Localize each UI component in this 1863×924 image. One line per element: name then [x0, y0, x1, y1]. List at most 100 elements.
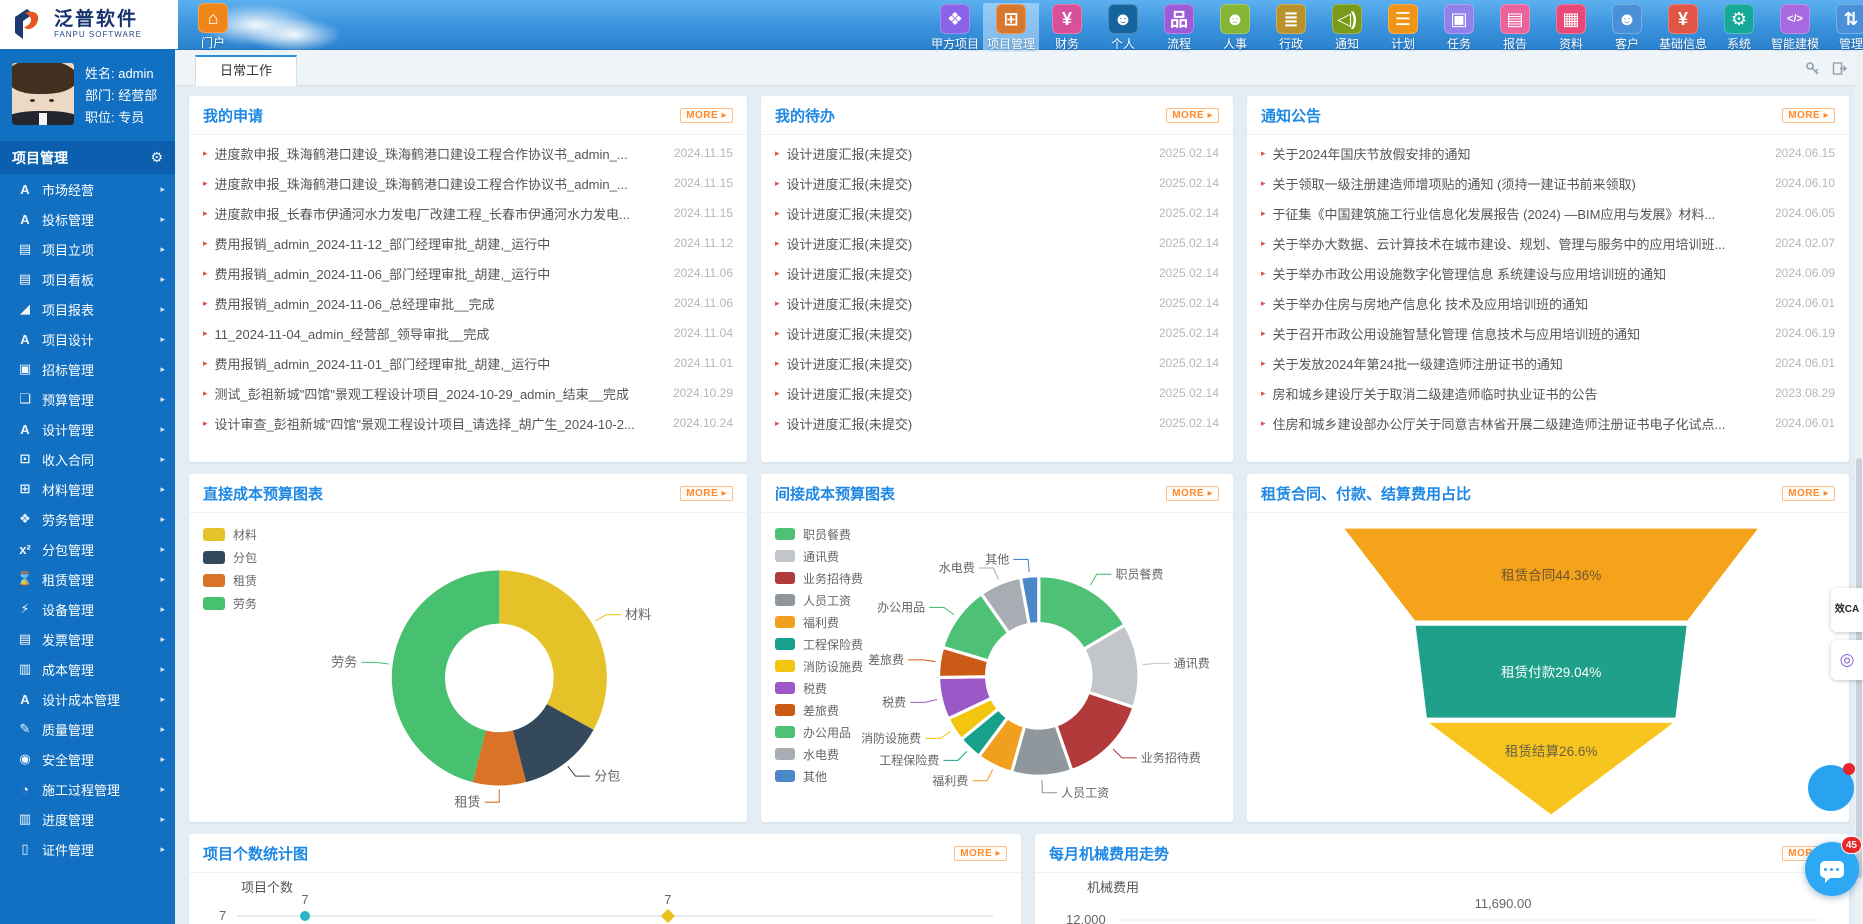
legend-item-办公用品[interactable]: 办公用品 [775, 721, 863, 743]
list-item[interactable]: ▸设计进度汇报(未提交)2025.02.14 [775, 378, 1219, 408]
page-export-icon[interactable] [1832, 61, 1847, 81]
sidebar-item-进度管理[interactable]: ▥进度管理▸ [0, 804, 175, 834]
legend-item-工程保险费[interactable]: 工程保险费 [775, 633, 863, 655]
sidebar-item-发票管理[interactable]: ▤发票管理▸ [0, 624, 175, 654]
more-button[interactable]: MORE ▸ [1166, 108, 1219, 123]
sidebar-item-设备管理[interactable]: ⚡设备管理▸ [0, 594, 175, 624]
sidebar-item-施工过程管理[interactable]: ◔施工过程管理▸ [0, 774, 175, 804]
gear-icon[interactable]: ⚙ [150, 149, 163, 166]
sidebar-item-成本管理[interactable]: ▥成本管理▸ [0, 654, 175, 684]
more-button[interactable]: MORE ▸ [954, 846, 1007, 861]
nav-item-计划[interactable]: ☰计划 [1375, 3, 1431, 52]
tab-daily-work[interactable]: 日常工作 [195, 55, 297, 86]
list-item[interactable]: ▸设计进度汇报(未提交)2025.02.14 [775, 228, 1219, 258]
list-item[interactable]: ▸费用报销_admin_2024-11-12_部门经理审批_胡建,_运行中202… [203, 228, 733, 258]
list-item[interactable]: ▸关于举办市政公用设施数字化管理信息 系统建设与应用培训班的通知2024.06.… [1261, 258, 1835, 288]
legend-item-租赁[interactable]: 租赁 [203, 569, 257, 592]
list-item[interactable]: ▸房和城乡建设厅关于取消二级建造师临时执业证书的公告2023.08.29 [1261, 378, 1835, 408]
legend-item-福利费[interactable]: 福利费 [775, 611, 863, 633]
nav-item-智能建模[interactable]: </>智能建模 [1767, 3, 1823, 52]
list-item[interactable]: ▸设计进度汇报(未提交)2025.02.14 [775, 168, 1219, 198]
nav-item-个人[interactable]: ☻个人 [1095, 3, 1151, 52]
assistant-tool-button[interactable]: ◎ [1831, 640, 1863, 680]
ca-tool-button[interactable]: 效CA [1831, 588, 1863, 632]
list-item[interactable]: ▸设计进度汇报(未提交)2025.02.14 [775, 258, 1219, 288]
list-item[interactable]: ▸进度款申报_珠海鹤港口建设_珠海鹤港口建设工程合作协议书_admin_...2… [203, 138, 733, 168]
list-item[interactable]: ▸费用报销_admin_2024-11-01_部门经理审批_胡建,_运行中202… [203, 348, 733, 378]
legend-item-税费[interactable]: 税费 [775, 677, 863, 699]
list-item[interactable]: ▸设计进度汇报(未提交)2025.02.14 [775, 318, 1219, 348]
list-item[interactable]: ▸设计进度汇报(未提交)2025.02.14 [775, 348, 1219, 378]
list-item[interactable]: ▸进度款申报_长春市伊通河水力发电厂改建工程_长春市伊通河水力发电...2024… [203, 198, 733, 228]
legend-item-材料[interactable]: 材料 [203, 523, 257, 546]
sidebar-item-项目立项[interactable]: ▤项目立项▸ [0, 234, 175, 264]
sidebar-item-项目看板[interactable]: ▤项目看板▸ [0, 264, 175, 294]
more-button[interactable]: MORE ▸ [1166, 486, 1219, 501]
list-item[interactable]: ▸费用报销_admin_2024-11-06_总经理审批__完成2024.11.… [203, 288, 733, 318]
list-item[interactable]: ▸关于领取一级注册建造师增项贴的通知 (须持一建证书前来领取)2024.06.1… [1261, 168, 1835, 198]
scrollbar-track[interactable] [1855, 50, 1863, 924]
list-item[interactable]: ▸设计审查_彭祖新城"四馆"景观工程设计项目_请选择_胡广生_2024-10-2… [203, 408, 733, 438]
sidebar-item-租赁管理[interactable]: ⌛租赁管理▸ [0, 564, 175, 594]
list-item[interactable]: ▸关于举办大数据、云计算技术在城市建设、规划、管理与服务中的应用培训班...20… [1261, 228, 1835, 258]
sidebar-item-设计管理[interactable]: A设计管理▸ [0, 414, 175, 444]
nav-item-甲方项目[interactable]: ❖甲方项目 [927, 3, 983, 52]
sidebar-item-收入合同[interactable]: ⊡收入合同▸ [0, 444, 175, 474]
list-item[interactable]: ▸关于发放2024年第24批一级建造师注册证书的通知2024.06.01 [1261, 348, 1835, 378]
sidebar-item-项目报表[interactable]: ◢项目报表▸ [0, 294, 175, 324]
legend-item-水电费[interactable]: 水电费 [775, 743, 863, 765]
nav-item-流程[interactable]: 品流程 [1151, 3, 1207, 52]
list-item[interactable]: ▸设计进度汇报(未提交)2025.02.14 [775, 408, 1219, 438]
nav-item-基础信息[interactable]: ¥基础信息 [1655, 3, 1711, 52]
nav-item-财务[interactable]: ¥财务 [1039, 3, 1095, 52]
legend-item-消防设施费[interactable]: 消防设施费 [775, 655, 863, 677]
notification-float-button[interactable] [1808, 765, 1854, 811]
sidebar-item-投标管理[interactable]: A投标管理▸ [0, 204, 175, 234]
list-item[interactable]: ▸费用报销_admin_2024-11-06_部门经理审批_胡建,_运行中202… [203, 258, 733, 288]
list-item[interactable]: ▸住房和城乡建设部办公厅关于同意吉林省开展二级建造师注册证书电子化试点...20… [1261, 408, 1835, 438]
legend-item-职员餐费[interactable]: 职员餐费 [775, 523, 863, 545]
list-item[interactable]: ▸关于2024年国庆节放假安排的通知2024.06.15 [1261, 138, 1835, 168]
list-item[interactable]: ▸11_2024-11-04_admin_经营部_领导审批__完成2024.11… [203, 318, 733, 348]
list-item[interactable]: ▸关于举办住房与房地产信息化 技术及应用培训班的通知2024.06.01 [1261, 288, 1835, 318]
nav-item-资料[interactable]: ▦资料 [1543, 3, 1599, 52]
more-button[interactable]: MORE ▸ [1782, 486, 1835, 501]
list-item[interactable]: ▸关于召开市政公用设施智慧化管理 信息技术与应用培训班的通知2024.06.19 [1261, 318, 1835, 348]
more-button[interactable]: MORE ▸ [1782, 108, 1835, 123]
nav-item-系统[interactable]: ⚙系统 [1711, 3, 1767, 52]
sidebar-item-劳务管理[interactable]: ❖劳务管理▸ [0, 504, 175, 534]
sidebar-item-市场经营[interactable]: A市场经营▸ [0, 174, 175, 204]
list-item[interactable]: ▸设计进度汇报(未提交)2025.02.14 [775, 138, 1219, 168]
list-item[interactable]: ▸设计进度汇报(未提交)2025.02.14 [775, 288, 1219, 318]
sidebar-item-质量管理[interactable]: ✎质量管理▸ [0, 714, 175, 744]
list-item[interactable]: ▸测试_彭祖新城"四馆"景观工程设计项目_2024-10-29_admin_结束… [203, 378, 733, 408]
sidebar-item-证件管理[interactable]: ▯证件管理▸ [0, 834, 175, 864]
list-item[interactable]: ▸设计进度汇报(未提交)2025.02.14 [775, 198, 1219, 228]
sidebar-item-项目设计[interactable]: A项目设计▸ [0, 324, 175, 354]
legend-item-分包[interactable]: 分包 [203, 546, 257, 569]
legend-item-业务招待费[interactable]: 业务招待费 [775, 567, 863, 589]
legend-item-劳务[interactable]: 劳务 [203, 592, 257, 615]
sidebar-item-预算管理[interactable]: ❏预算管理▸ [0, 384, 175, 414]
sidebar-item-安全管理[interactable]: ◉安全管理▸ [0, 744, 175, 774]
key-icon[interactable] [1805, 61, 1820, 81]
chat-float-button[interactable]: 45 [1805, 842, 1859, 896]
sidebar-item-分包管理[interactable]: x²分包管理▸ [0, 534, 175, 564]
more-button[interactable]: MORE ▸ [680, 486, 733, 501]
legend-item-通讯费[interactable]: 通讯费 [775, 545, 863, 567]
legend-item-其他[interactable]: 其他 [775, 765, 863, 787]
nav-item-项目管理[interactable]: ⊞项目管理 [983, 3, 1039, 52]
sidebar-item-设计成本管理[interactable]: A设计成本管理▸ [0, 684, 175, 714]
list-item[interactable]: ▸于征集《中国建筑施工行业信息化发展报告 (2024) —BIM应用与发展》材料… [1261, 198, 1835, 228]
nav-item-行政[interactable]: ≣行政 [1263, 3, 1319, 52]
nav-item-客户[interactable]: ☻客户 [1599, 3, 1655, 52]
more-button[interactable]: MORE ▸ [680, 108, 733, 123]
nav-item-portal[interactable]: ⌂ 门户 [188, 3, 238, 51]
nav-item-任务[interactable]: ▣任务 [1431, 3, 1487, 52]
legend-item-差旅费[interactable]: 差旅费 [775, 699, 863, 721]
nav-item-报告[interactable]: ▤报告 [1487, 3, 1543, 52]
legend-item-人员工资[interactable]: 人员工资 [775, 589, 863, 611]
sidebar-item-招标管理[interactable]: ▣招标管理▸ [0, 354, 175, 384]
nav-item-人事[interactable]: ☻人事 [1207, 3, 1263, 52]
list-item[interactable]: ▸进度款申报_珠海鹤港口建设_珠海鹤港口建设工程合作协议书_admin_...2… [203, 168, 733, 198]
